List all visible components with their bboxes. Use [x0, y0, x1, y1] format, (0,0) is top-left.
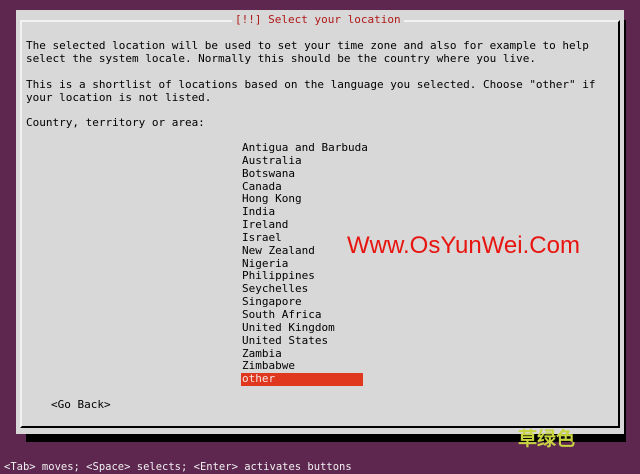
installer-screen: [!!] Select your location The selected l… — [0, 0, 640, 474]
country-option[interactable]: United Kingdom — [241, 321, 363, 335]
country-option[interactable]: Botswana — [241, 167, 363, 181]
watermark-tag: 草绿色 — [518, 428, 576, 450]
country-list[interactable]: Antigua and Barbuda Australia Botswana Cana… — [241, 141, 368, 387]
country-option[interactable]: United States — [241, 334, 363, 348]
dialog-title: [!!] Select your location — [232, 13, 404, 27]
country-prompt: Country, territory or area: — [26, 116, 205, 129]
shortlist-note: This is a shortlist of locations based o… — [26, 78, 596, 104]
country-option[interactable]: Australia — [241, 154, 363, 168]
country-option[interactable]: Ireland — [241, 218, 363, 232]
country-option[interactable]: other — [241, 372, 363, 387]
country-option[interactable]: Antigua and Barbuda — [241, 141, 368, 155]
status-hint: <Tab> moves; <Space> selects; <Enter> ac… — [4, 461, 352, 473]
go-back-button[interactable]: <Go Back> — [51, 398, 111, 411]
watermark-site: Www.OsYunWei.Com — [347, 232, 580, 259]
country-option[interactable]: South Africa — [241, 308, 363, 322]
country-option[interactable]: New Zealand — [241, 244, 363, 258]
location-dialog: [!!] Select your location The selected l… — [16, 10, 624, 434]
description-text: The selected location will be used to se… — [26, 39, 589, 65]
status-bar: <Tab> moves; <Space> selects; <Enter> ac… — [0, 460, 640, 474]
country-option[interactable]: Israel — [241, 231, 363, 245]
